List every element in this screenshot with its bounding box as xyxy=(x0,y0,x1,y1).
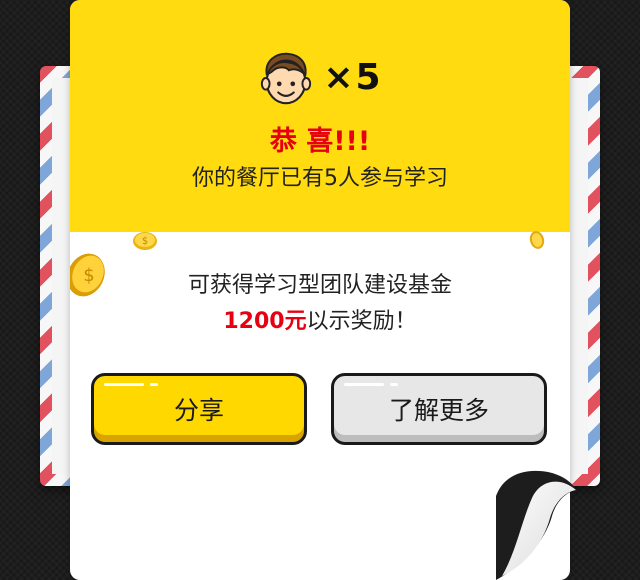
learn-more-button[interactable]: 了解更多 xyxy=(331,373,547,445)
reward-dialog: ×5 恭 喜!!! 你的餐厅已有5人参与学习 $ $ 可获得学习型团队建设基金 … xyxy=(70,0,570,580)
learn-more-button-label: 了解更多 xyxy=(388,396,489,425)
dialog-header: ×5 恭 喜!!! 你的餐厅已有5人参与学习 xyxy=(70,0,570,232)
button-highlight xyxy=(150,383,158,386)
share-button[interactable]: 分享 xyxy=(91,373,307,445)
svg-text:$: $ xyxy=(142,236,148,247)
participant-multiplier: ×5 xyxy=(323,57,383,98)
button-highlight xyxy=(390,383,398,386)
reward-suffix: 以示奖励！ xyxy=(306,309,417,334)
participant-count-row: ×5 xyxy=(70,48,570,108)
button-highlight xyxy=(344,383,384,386)
page-curl xyxy=(496,470,576,580)
gold-coin-icon xyxy=(529,231,545,249)
reward-description: 可获得学习型团队建设基金 xyxy=(187,273,452,298)
congrats-subtitle: 你的餐厅已有5人参与学习 xyxy=(192,166,448,191)
gold-coin-icon: $ xyxy=(133,232,157,250)
congrats-title: 恭 喜!!! xyxy=(269,126,371,157)
reward-amount: 1200元 xyxy=(223,309,307,334)
smiling-boy-face-icon xyxy=(261,52,312,105)
button-highlight xyxy=(104,383,144,386)
reward-amount-line: 1200元以示奖励！ xyxy=(70,306,570,338)
share-button-label: 分享 xyxy=(173,396,224,425)
